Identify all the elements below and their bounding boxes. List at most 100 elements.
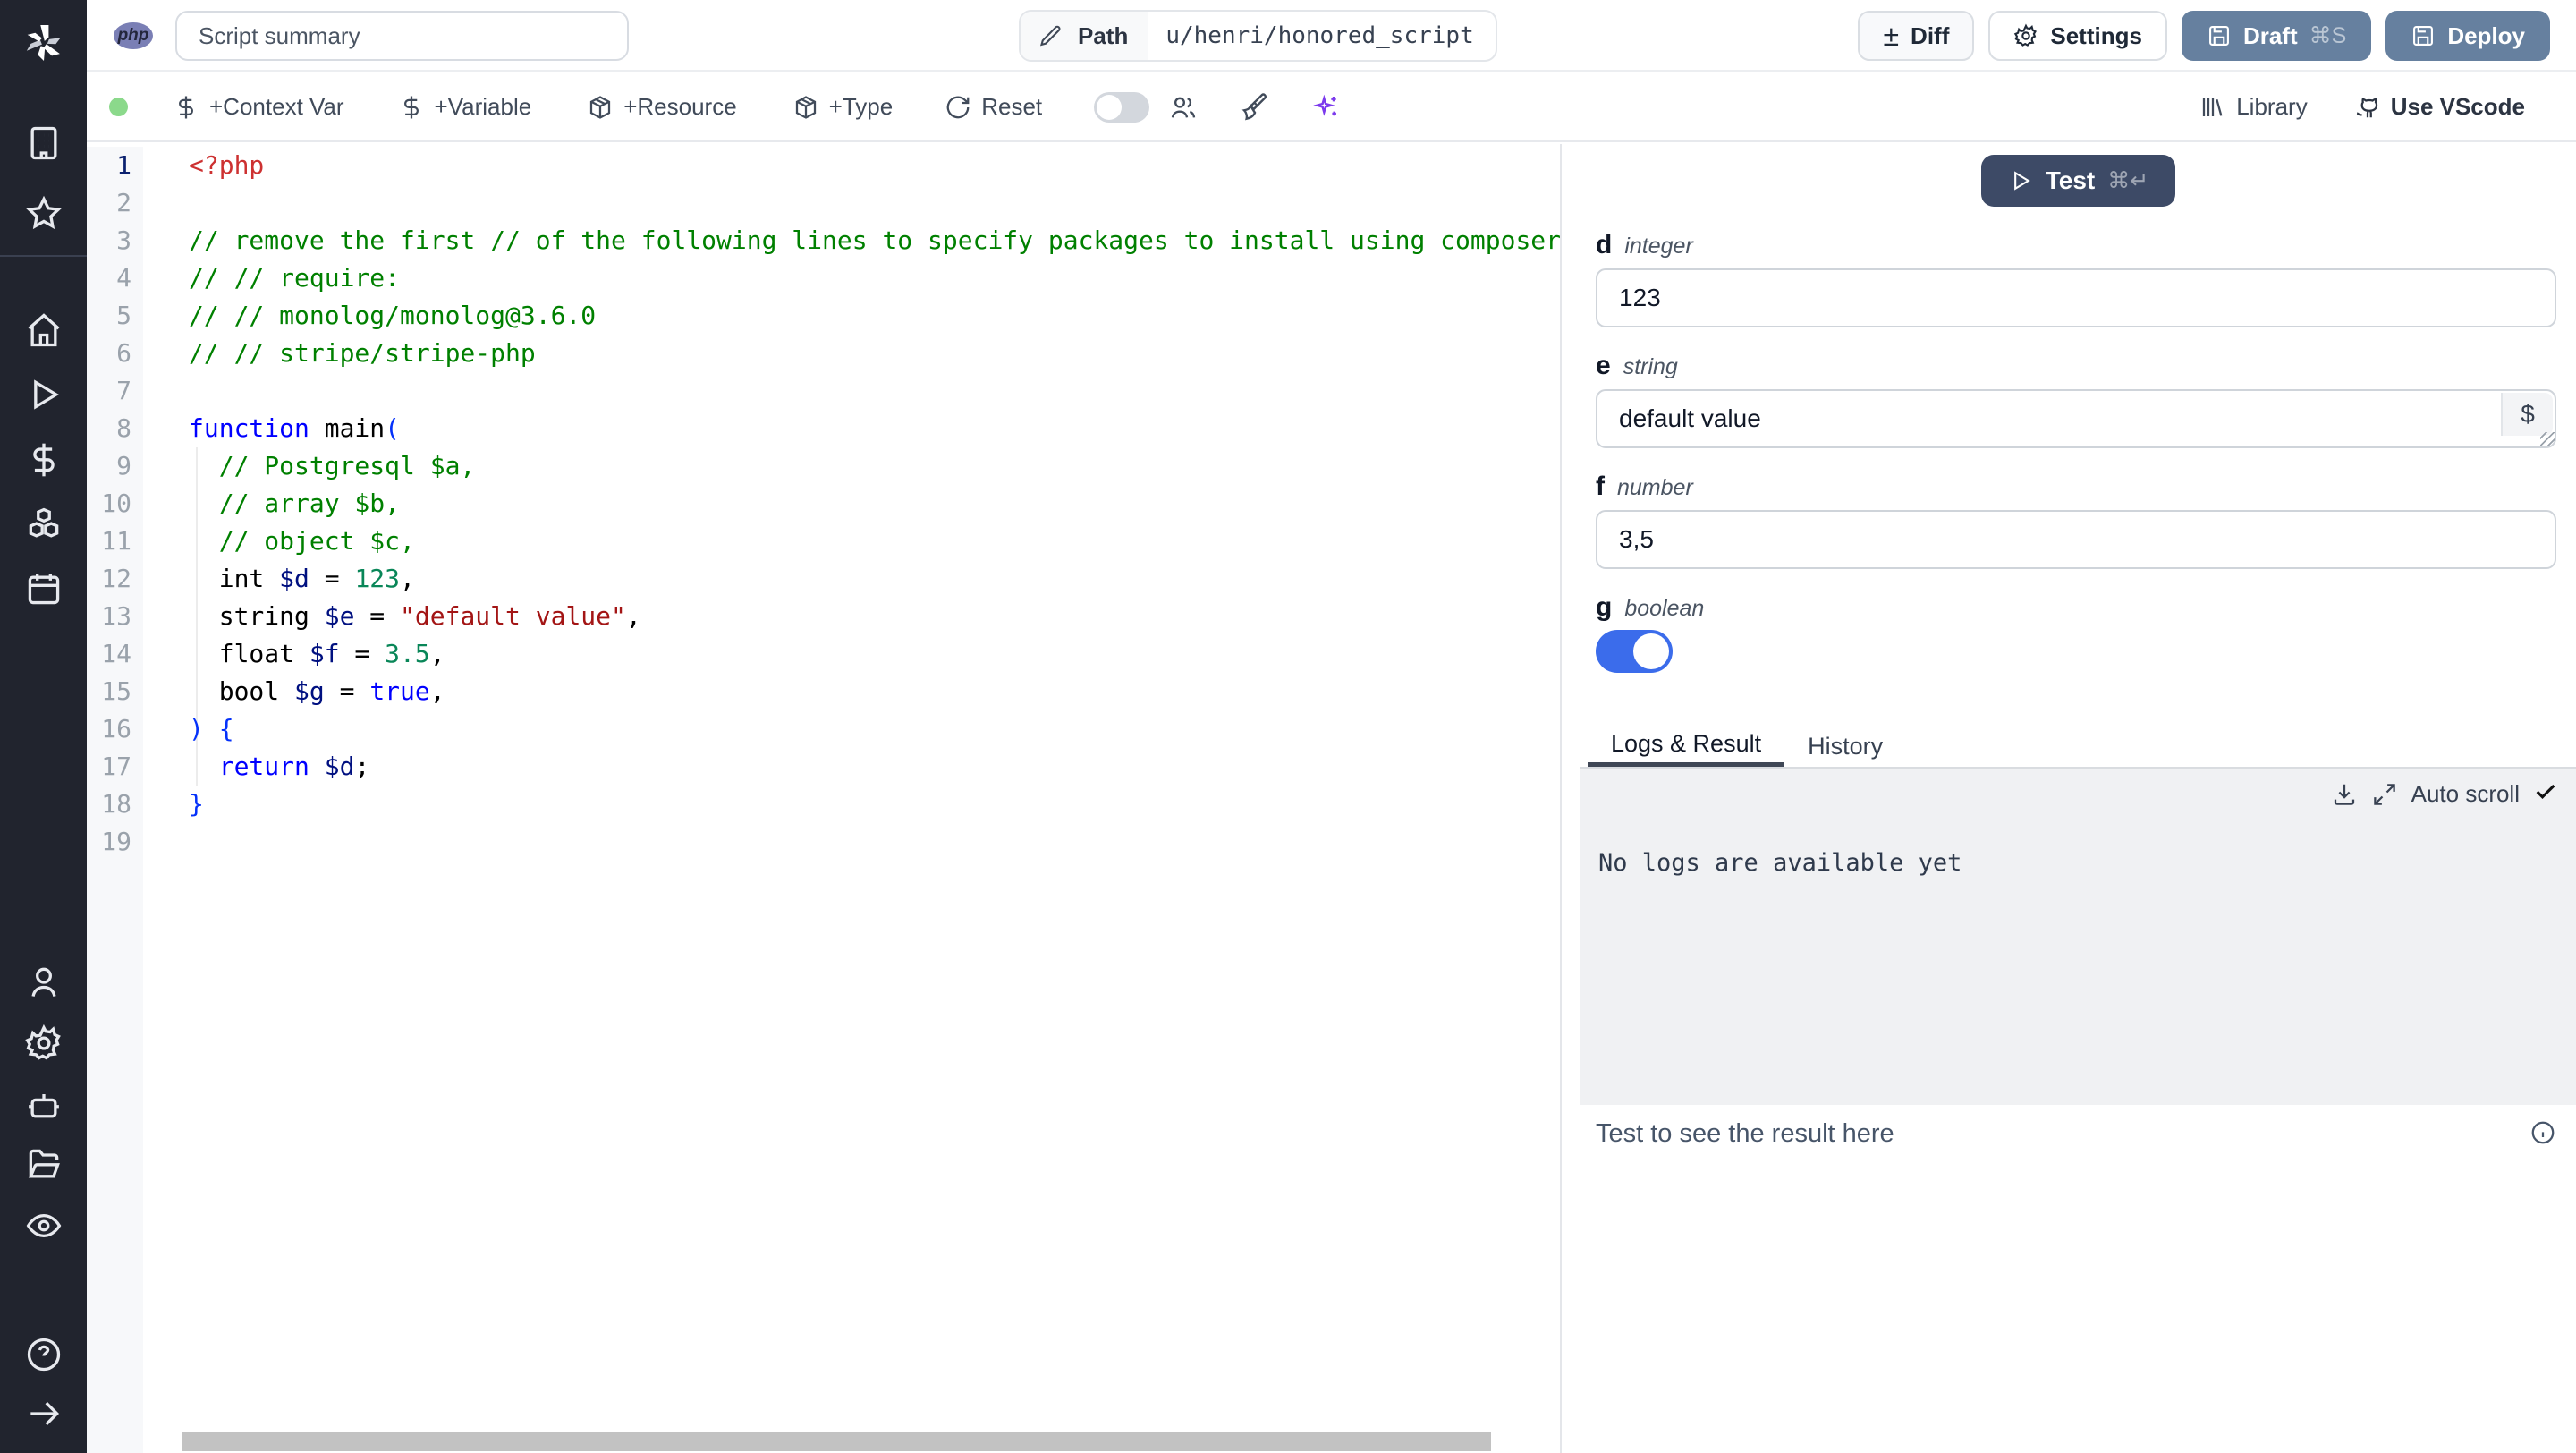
line-number: 5 — [116, 301, 131, 330]
library-button[interactable]: Library — [2199, 93, 2308, 121]
code-editor[interactable]: 1 2 3 4 5 6 7 8 9 10 11 12 13 14 15 16 17 18 19 <?php// re… — [87, 144, 1562, 1453]
code-line[interactable]: <?php — [189, 147, 1560, 184]
add-context-var-button[interactable]: +Context Var — [173, 93, 344, 121]
format-code-button[interactable] — [1241, 92, 1269, 122]
sidebar-item-folders[interactable] — [0, 1140, 87, 1190]
code-line[interactable]: return $d; — [189, 748, 1560, 786]
arg-name: f — [1596, 472, 1605, 501]
arg-type: integer — [1624, 234, 1693, 259]
sidebar-item-runs[interactable] — [0, 370, 87, 420]
sidebar-item-settings[interactable] — [0, 1018, 87, 1068]
arg-label-row: d integer — [1596, 230, 2556, 260]
package-icon — [795, 95, 816, 119]
draft-shortcut: ⌘S — [2309, 23, 2347, 48]
test-button[interactable]: Test ⌘↵ — [1980, 155, 2176, 207]
library-label: Library — [2236, 93, 2308, 120]
path-edit[interactable]: Path — [1021, 12, 1148, 60]
deploy-button[interactable]: Deploy — [2385, 11, 2550, 61]
insert-variable-button[interactable]: $ — [2501, 393, 2553, 436]
dollar-icon — [179, 96, 193, 118]
arg-e-input[interactable] — [1596, 389, 2556, 448]
reset-button[interactable]: Reset — [945, 93, 1042, 121]
code-line[interactable] — [189, 372, 1560, 410]
expand-icon[interactable] — [2371, 781, 2398, 808]
tab-history[interactable]: History — [1784, 726, 1906, 767]
sidebar-item-resources[interactable] — [0, 499, 87, 549]
arg-d-input[interactable] — [1596, 268, 2556, 327]
use-vscode-button[interactable]: Use VScode — [2354, 93, 2525, 121]
arg-label-row: e string — [1596, 351, 2556, 381]
star-icon — [25, 195, 62, 230]
code-line[interactable]: int $d = 123, — [189, 560, 1560, 598]
summary-input[interactable] — [175, 11, 629, 61]
line-number: 6 — [116, 338, 131, 368]
result-placeholder: Test to see the result here — [1596, 1119, 1894, 1148]
horizontal-scrollbar[interactable] — [182, 1432, 1491, 1451]
line-number: 11 — [101, 526, 131, 556]
editor-code[interactable]: <?php // remove the first // of the follo… — [189, 147, 1560, 861]
code-line[interactable] — [189, 823, 1560, 861]
gear-icon — [24, 1024, 61, 1060]
sidebar-item-home[interactable] — [0, 305, 87, 355]
code-line[interactable]: // remove the first // of the following … — [189, 222, 1560, 259]
resize-grip[interactable] — [2540, 432, 2555, 446]
add-variable-button[interactable]: +Variable — [398, 93, 532, 121]
code-line[interactable]: // // stripe/stripe-php — [189, 335, 1560, 372]
tab-logs-result[interactable]: Logs & Result — [1588, 726, 1785, 767]
code-line[interactable]: // // monolog/monolog@3.6.0 — [189, 297, 1560, 335]
reset-label: Reset — [981, 93, 1043, 120]
folder-open-icon — [28, 1149, 60, 1178]
download-icon[interactable] — [2331, 781, 2358, 808]
sidebar-collapse-button[interactable] — [0, 1389, 87, 1439]
code-line[interactable]: // array $b, — [189, 485, 1560, 523]
add-type-button[interactable]: +Type — [792, 93, 893, 121]
add-resource-label: +Resource — [623, 93, 737, 120]
code-line[interactable]: // // require: — [189, 259, 1560, 297]
code-line[interactable] — [189, 184, 1560, 222]
test-label: Test — [2045, 166, 2096, 194]
sidebar-item-account[interactable] — [0, 957, 87, 1007]
assistant-toggle[interactable] — [1094, 91, 1150, 123]
code-line[interactable]: // object $c, — [189, 523, 1560, 560]
ai-assist-button[interactable] — [1312, 93, 1341, 122]
code-line[interactable]: bool $g = true, — [189, 673, 1560, 710]
code-line[interactable]: string $e = "default value", — [189, 598, 1560, 635]
string-input-wrap: $ — [1596, 389, 2556, 448]
line-number: 10 — [101, 489, 131, 518]
windmill-logo-icon — [26, 24, 61, 61]
add-resource-button[interactable]: +Resource — [587, 93, 737, 121]
sidebar-item-workers[interactable] — [0, 1079, 87, 1129]
arg-g-toggle[interactable] — [1596, 630, 1673, 673]
line-number: 4 — [116, 263, 131, 293]
toggle-knob — [1633, 633, 1669, 669]
path-group[interactable]: Path u/henri/honored_script — [1019, 10, 1497, 62]
add-variable-label: +Variable — [434, 93, 532, 120]
windmill-logo[interactable] — [0, 0, 87, 85]
multiplayer-button[interactable] — [1169, 93, 1198, 122]
auto-scroll-label[interactable]: Auto scroll — [2411, 780, 2520, 808]
sidebar-item-audit-logs[interactable] — [0, 1201, 87, 1251]
sidebar-item-variables[interactable] — [0, 435, 87, 485]
paintbrush-icon — [1241, 92, 1267, 120]
arg-f-input[interactable] — [1596, 510, 2556, 569]
line-number: 19 — [101, 827, 131, 856]
preview-panel: Test ⌘↵ d integer e string $ f — [1580, 144, 2576, 1453]
sidebar-item-workspace[interactable] — [0, 118, 87, 168]
code-line[interactable]: ) { — [189, 710, 1560, 748]
check-icon[interactable] — [2533, 779, 2558, 809]
code-line[interactable]: float $f = 3.5, — [189, 635, 1560, 673]
code-line[interactable]: } — [189, 786, 1560, 823]
sidebar-item-schedules[interactable] — [0, 564, 87, 614]
draft-button[interactable]: Draft ⌘S — [2181, 11, 2372, 61]
code-line[interactable]: // Postgresql $a, — [189, 447, 1560, 485]
arg-name: d — [1596, 230, 1613, 259]
diff-button[interactable]: ± Diff — [1858, 11, 1975, 61]
settings-button[interactable]: Settings — [1988, 11, 2167, 61]
logs-controls: Auto scroll — [1598, 779, 2558, 809]
code-line[interactable]: function main( — [189, 410, 1560, 447]
sidebar-item-favorites[interactable] — [0, 189, 87, 239]
info-icon[interactable] — [2529, 1119, 2556, 1151]
path-value: u/henri/honored_script — [1165, 22, 1474, 49]
sidebar-item-help[interactable] — [0, 1330, 87, 1380]
arg-field-g: g boolean — [1596, 592, 2556, 673]
